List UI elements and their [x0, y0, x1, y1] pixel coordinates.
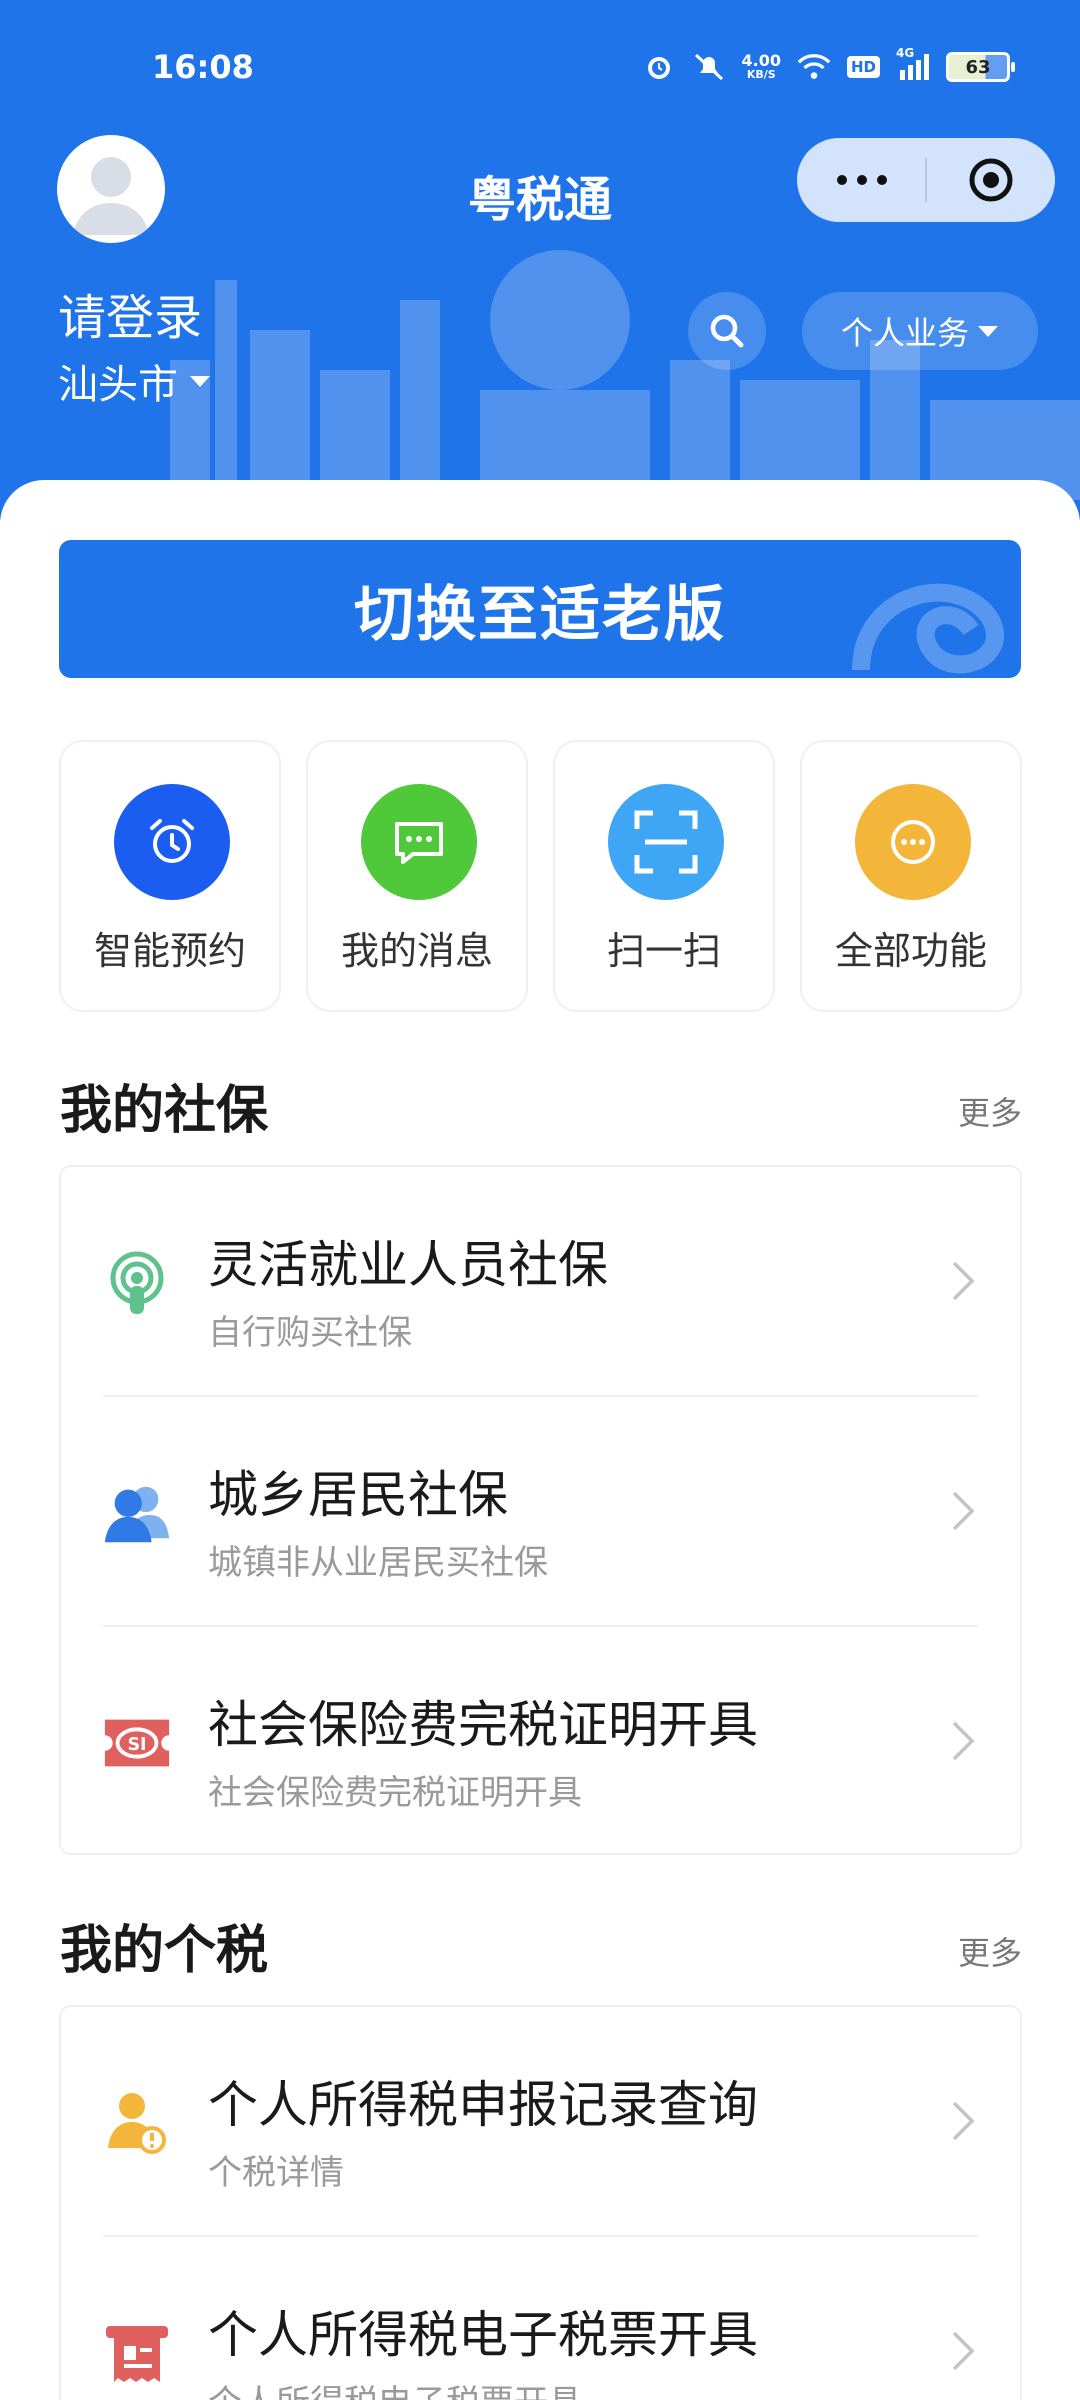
item-title: 灵活就业人员社保 [208, 1236, 608, 1294]
more-options-button[interactable] [797, 138, 927, 222]
message-icon [361, 784, 477, 900]
mute-status-icon [692, 50, 726, 84]
quick-action-label: 扫一扫 [606, 929, 721, 973]
quick-action-label: 全部功能 [834, 929, 987, 973]
quick-action-appointment[interactable]: 智能预约 [59, 740, 281, 1012]
more-dots-icon [837, 175, 887, 185]
tax-receipt-icon [101, 2317, 173, 2389]
svg-text:SI: SI [127, 1735, 146, 1755]
chevron-right-icon [952, 1261, 975, 1301]
city-selector[interactable]: 汕头市 [58, 352, 212, 410]
list-item[interactable]: 灵活就业人员社保 自行购买社保 [61, 1167, 1020, 1395]
login-link[interactable]: 请登录 [58, 278, 202, 348]
item-title: 个人所得税电子税票开具 [208, 2306, 758, 2364]
section-title-social-security: 我的社保 [60, 1081, 269, 1141]
search-button[interactable] [688, 292, 766, 370]
chevron-right-icon [952, 2101, 975, 2141]
business-type-label: 个人业务 [840, 314, 969, 352]
scan-icon [608, 784, 724, 900]
city-label: 汕头市 [58, 362, 178, 408]
item-title: 社会保险费完税证明开具 [208, 1696, 758, 1754]
wifi-status-icon [797, 50, 831, 84]
quick-action-label: 我的消息 [340, 929, 493, 973]
quick-action-label: 智能预约 [93, 929, 246, 973]
swirl-decoration-icon [852, 583, 1004, 674]
mini-program-capsule [797, 138, 1055, 222]
battery-indicator: 63 [946, 52, 1015, 82]
quick-action-scan[interactable]: 扫一扫 [553, 740, 775, 1012]
person-signal-icon [101, 1247, 173, 1319]
item-subtitle: 个人所得税电子税票开具 [208, 2375, 582, 2400]
personal-tax-list: 个人所得税申报记录查询 个税详情 个人所得税电子税票开具 个人所得税电子税票开具 [59, 2005, 1022, 2400]
quick-action-messages[interactable]: 我的消息 [306, 740, 528, 1012]
list-item[interactable]: 个人所得税申报记录查询 个税详情 [61, 2007, 1020, 2235]
status-time: 16:08 [152, 48, 254, 86]
caret-down-icon [190, 376, 210, 387]
item-subtitle: 城镇非从业居民买社保 [208, 1543, 548, 1583]
caret-down-icon [978, 326, 998, 337]
quick-action-all-functions[interactable]: 全部功能 [800, 740, 1022, 1012]
users-icon [101, 1477, 173, 1549]
more-icon [855, 784, 971, 900]
status-bar: 16:08 4.00 KB/S HD 4G 63 [0, 40, 1080, 100]
business-type-dropdown[interactable]: 个人业务 [802, 292, 1038, 370]
header: 16:08 4.00 KB/S HD 4G 63 粤税通 请登录 汕头市 个人业… [0, 0, 1080, 520]
list-item[interactable]: 个人所得税电子税票开具 个人所得税电子税票开具 [61, 2237, 1020, 2400]
section-title-personal-tax: 我的个税 [60, 1921, 269, 1981]
search-icon [710, 314, 744, 348]
item-title: 个人所得税申报记录查询 [208, 2076, 758, 2134]
si-certificate-icon: SI [101, 1707, 173, 1779]
item-title: 城乡居民社保 [208, 1466, 508, 1524]
list-item[interactable]: 城乡居民社保 城镇非从业居民买社保 [61, 1397, 1020, 1625]
item-subtitle: 社会保险费完税证明开具 [208, 1773, 582, 1813]
target-close-icon [969, 158, 1013, 202]
hd-badge: HD [846, 56, 880, 78]
chevron-right-icon [952, 1721, 975, 1761]
switch-label: 切换至适老版 [354, 579, 726, 650]
person-tax-icon [101, 2087, 173, 2159]
chevron-right-icon [952, 1491, 975, 1531]
chevron-right-icon [952, 2331, 975, 2371]
net-speed: 4.00 KB/S [741, 51, 781, 81]
alarm-status-icon [642, 50, 676, 84]
close-mini-program-button[interactable] [927, 138, 1055, 222]
social-security-more-link[interactable]: 更多 [958, 1088, 1022, 1134]
alarm-clock-icon [114, 784, 230, 900]
switch-elderly-mode-button[interactable]: 切换至适老版 [59, 540, 1021, 678]
item-subtitle: 自行购买社保 [208, 1313, 412, 1353]
list-item[interactable]: SI 社会保险费完税证明开具 社会保险费完税证明开具 [61, 1627, 1020, 1855]
social-security-list: 灵活就业人员社保 自行购买社保 城乡居民社保 城镇非从业居民买社保 SI 社会保… [59, 1165, 1022, 1855]
signal-status-icon: 4G [896, 46, 930, 84]
personal-tax-more-link[interactable]: 更多 [958, 1928, 1022, 1974]
item-subtitle: 个税详情 [208, 2153, 344, 2193]
